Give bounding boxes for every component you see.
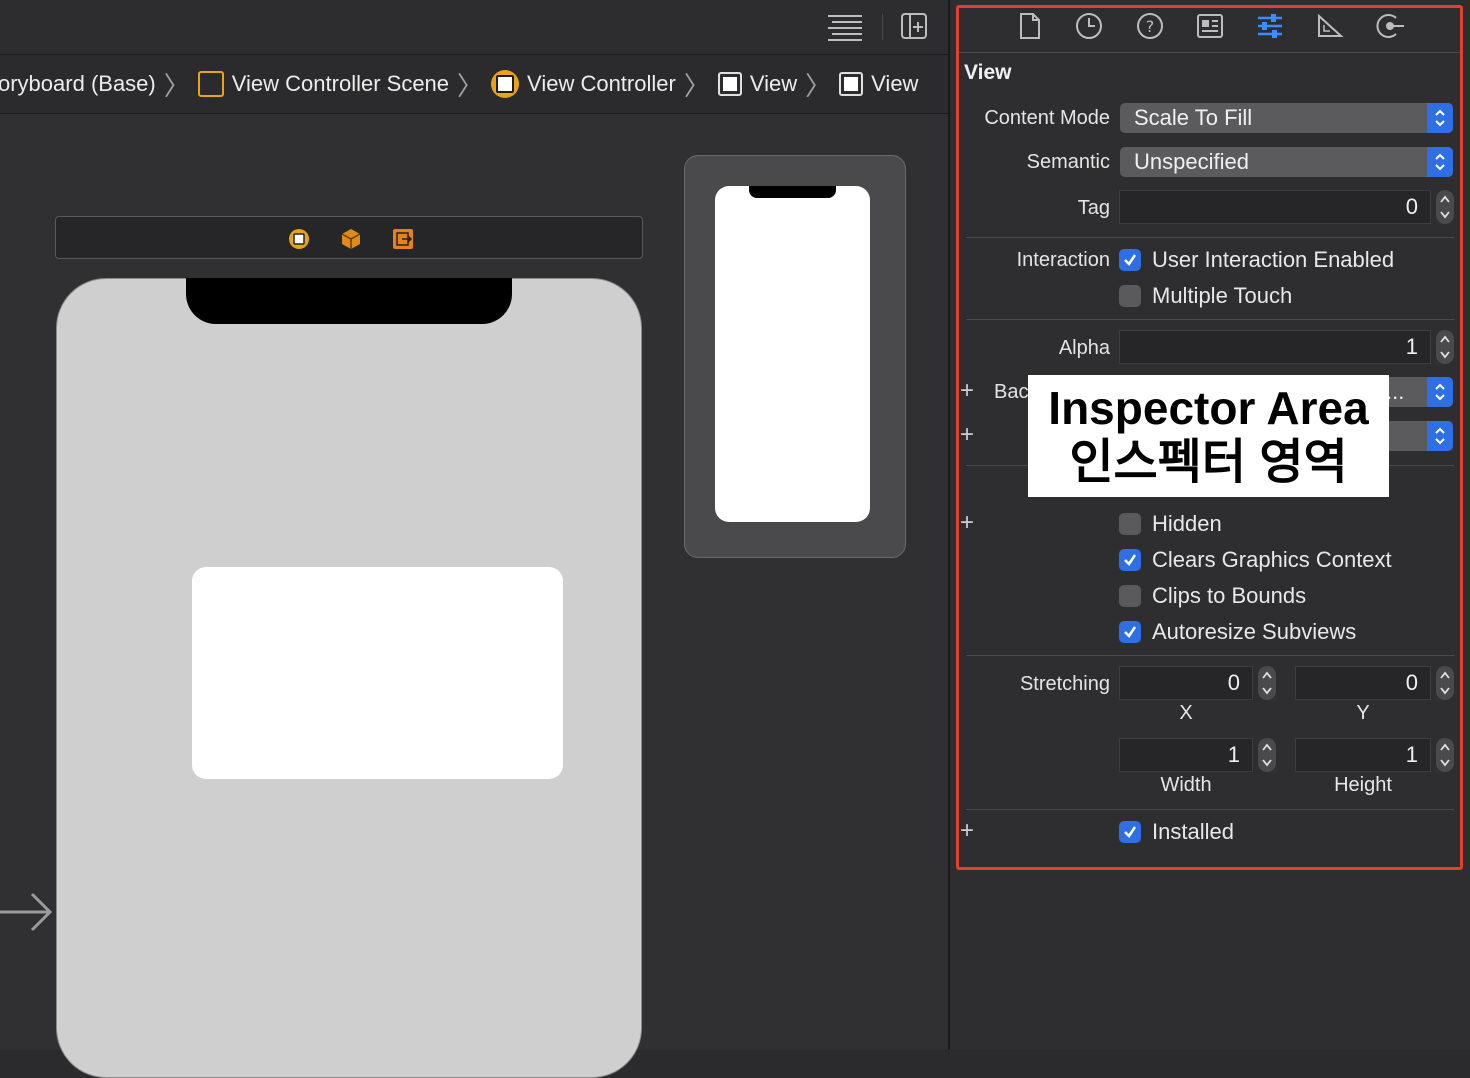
toolbar-separator xyxy=(882,14,883,40)
breadcrumb-label: View xyxy=(871,71,919,96)
first-responder-icon[interactable] xyxy=(340,228,362,255)
entry-point-arrow-icon[interactable] xyxy=(0,888,56,941)
breadcrumb-label: View xyxy=(749,71,798,96)
exit-icon[interactable] xyxy=(392,228,414,255)
view-icon xyxy=(839,72,864,96)
annotation-callout: Inspector Area 인스펙터 영역 xyxy=(1028,375,1389,497)
breadcrumb-label: View Controller xyxy=(527,71,676,96)
callout-title-en: Inspector Area xyxy=(1048,382,1369,434)
breadcrumb-label: oryboard (Base) xyxy=(0,71,156,96)
chevron-right-icon: 〉 xyxy=(805,70,832,101)
chevron-right-icon: 〉 xyxy=(683,70,710,101)
device-preview-screen xyxy=(715,186,870,522)
breadcrumb-item-view-controller[interactable]: View Controller xyxy=(491,70,676,98)
chevron-right-icon: 〉 xyxy=(457,70,484,101)
breadcrumb-item-storyboard[interactable]: oryboard (Base) xyxy=(0,71,156,97)
view-controller-icon xyxy=(491,70,520,98)
breadcrumb-item-view[interactable]: View xyxy=(717,71,798,97)
chevron-right-icon: 〉 xyxy=(163,70,190,101)
breadcrumb-item-view-selected[interactable]: View xyxy=(839,71,918,97)
view-icon xyxy=(717,72,742,96)
scene-icon xyxy=(197,71,224,97)
editor-toolbar xyxy=(0,0,948,55)
adjust-editor-options-icon[interactable] xyxy=(826,12,864,47)
iphone-notch xyxy=(186,278,512,324)
breadcrumb-label: View Controller Scene xyxy=(231,71,450,96)
white-rounded-view[interactable] xyxy=(192,567,563,779)
breadcrumb-item-scene[interactable]: View Controller Scene xyxy=(197,71,450,97)
view-controller-icon[interactable] xyxy=(288,228,310,255)
breadcrumb: oryboard (Base) 〉 View Controller Scene … xyxy=(0,55,948,114)
callout-title-ko: 인스펙터 영역 xyxy=(1069,436,1348,489)
add-editor-icon[interactable] xyxy=(900,12,928,45)
scene-dock[interactable] xyxy=(55,216,643,259)
device-preview-notch xyxy=(749,186,836,198)
